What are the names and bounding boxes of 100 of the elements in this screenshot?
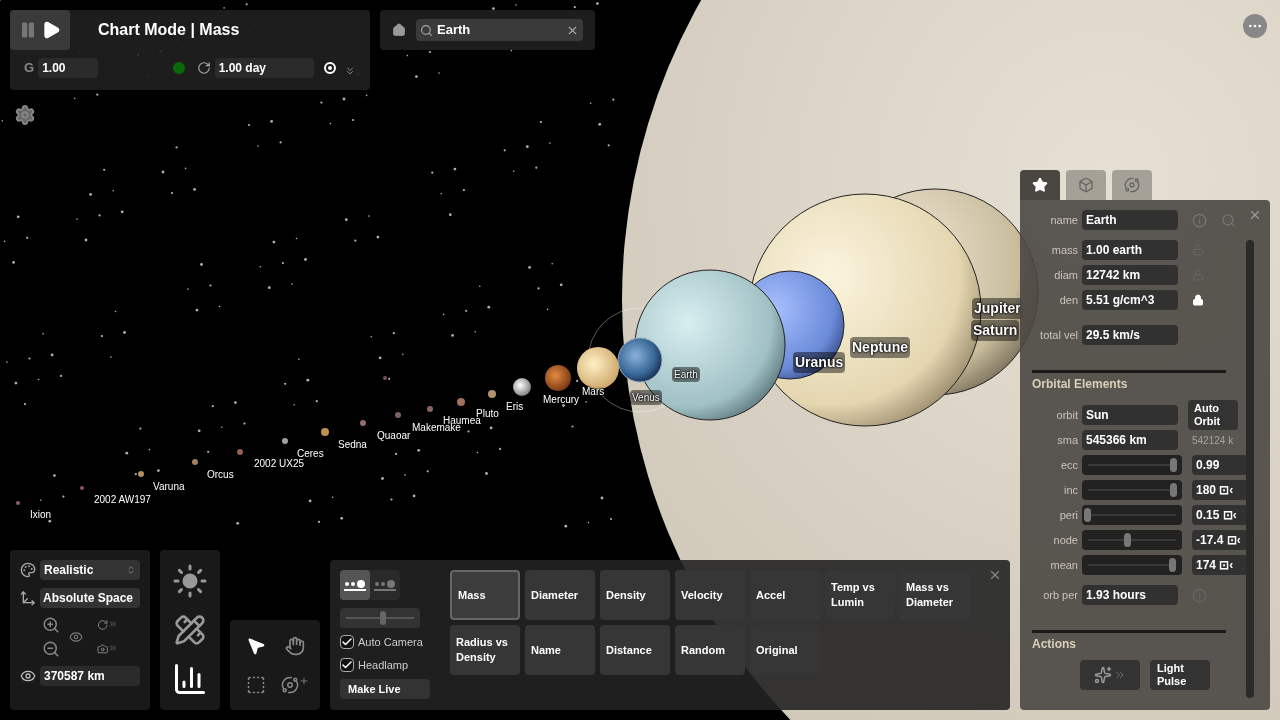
selection-icon[interactable] xyxy=(245,674,266,695)
field-label: sma xyxy=(1057,433,1078,447)
chart-mode-button[interactable]: Distance xyxy=(600,625,670,675)
slider-value-field[interactable]: 174 ⊡‹ xyxy=(1192,555,1248,575)
gravity-field[interactable]: 1.00 xyxy=(38,58,98,78)
slider-thumb[interactable] xyxy=(380,611,387,625)
make-live-button[interactable]: Make Live xyxy=(340,679,430,699)
field-label: ecc xyxy=(1060,458,1078,472)
field-label: orbit xyxy=(1056,408,1078,422)
drawing-tool-icon[interactable] xyxy=(174,614,206,646)
settings-icon[interactable] xyxy=(14,104,36,126)
pause-icon xyxy=(19,21,37,39)
body-label: Sedna xyxy=(338,438,367,452)
panel-tab[interactable] xyxy=(1020,170,1060,200)
body-label: Ixion xyxy=(30,508,52,522)
lock-icon[interactable] xyxy=(1192,294,1204,306)
orbit-slider[interactable] xyxy=(1082,455,1182,475)
auto-orbit-button[interactable]: Auto Orbit xyxy=(1188,400,1238,430)
period-field[interactable]: 1.93 hours xyxy=(1082,585,1178,605)
slider-value-field[interactable]: -17.4 ⊡‹ xyxy=(1192,530,1248,550)
field-label: orb per xyxy=(1043,588,1078,602)
velocity-field[interactable]: 29.5 km/s xyxy=(1082,325,1178,345)
body-label: Eris xyxy=(506,400,524,414)
chart-mode-button[interactable]: Random xyxy=(675,625,745,675)
close-icon[interactable] xyxy=(1248,208,1262,222)
property-field[interactable]: 12742 km xyxy=(1082,265,1178,285)
light-pulse-button[interactable]: Light Pulse xyxy=(1150,660,1210,690)
zoom-in-icon[interactable] xyxy=(42,616,60,634)
dots-icon xyxy=(374,579,396,591)
tab-icon xyxy=(1124,177,1140,193)
appearance-dropdown[interactable]: Realistic xyxy=(40,560,140,580)
chart-mode-button[interactable]: Diameter xyxy=(525,570,595,620)
checkbox-label: Auto Camera xyxy=(358,635,423,650)
field-label: name xyxy=(1050,213,1078,227)
hand-icon[interactable] xyxy=(284,635,305,656)
section-heading: Actions xyxy=(1032,637,1077,651)
field-label: peri xyxy=(1059,508,1078,522)
slider-thumb[interactable] xyxy=(1170,483,1178,497)
property-field[interactable]: 5.51 g/cm^3 xyxy=(1082,290,1178,310)
chart-mode-button[interactable]: Radius vs Density xyxy=(450,625,520,675)
orbit-slider[interactable] xyxy=(1082,555,1182,575)
dropdown-caret-icon[interactable] xyxy=(344,65,356,77)
body-label: Mercury xyxy=(543,393,580,407)
property-field[interactable]: 1.00 earth xyxy=(1082,240,1178,260)
dots-icon xyxy=(344,579,366,591)
frame-dropdown[interactable]: Absolute Space xyxy=(40,588,140,608)
slider-value-field[interactable]: 180 ⊡‹ xyxy=(1192,480,1248,500)
field-label: diam xyxy=(1054,268,1078,282)
orbit-slider[interactable] xyxy=(1082,530,1182,550)
checkbox-label: Headlamp xyxy=(358,657,409,673)
chart-mode-button[interactable]: Name xyxy=(525,625,595,675)
body-label: Quaoar xyxy=(377,429,411,443)
checkbox[interactable] xyxy=(340,657,354,672)
orbit-slider[interactable] xyxy=(1082,480,1182,500)
target-icon[interactable] xyxy=(324,62,337,74)
rotate-icon[interactable] xyxy=(96,617,109,633)
slider-thumb[interactable] xyxy=(1169,558,1177,572)
body-label: Pluto xyxy=(476,407,499,419)
add-planet-icon[interactable] xyxy=(280,675,309,694)
mode-title: Chart Mode | Mass xyxy=(98,20,240,40)
scrollbar-track[interactable] xyxy=(1246,240,1254,698)
field-label: inc xyxy=(1063,483,1078,497)
chart-mode-button[interactable]: Mass vs Diameter xyxy=(900,570,970,620)
chart-mode-button[interactable]: Mass xyxy=(450,570,520,620)
orbit-slider[interactable] xyxy=(1082,505,1182,525)
body-label: Orcus xyxy=(207,468,234,482)
close-icon[interactable] xyxy=(988,568,1002,582)
field-label: mass xyxy=(1051,243,1078,257)
body-label: Uranus xyxy=(793,352,846,373)
name-field[interactable]: Earth xyxy=(1082,210,1178,230)
slider-thumb[interactable] xyxy=(1124,533,1132,547)
zoom-out-icon[interactable] xyxy=(42,640,60,658)
sma-field[interactable]: 545366 km xyxy=(1082,430,1178,450)
chart-mode-button[interactable]: Velocity xyxy=(675,570,745,620)
time-step-field[interactable]: 1.00 day xyxy=(214,58,315,78)
play-pause-button[interactable] xyxy=(10,10,70,50)
chart-mode-button[interactable]: Temp vs Lumin xyxy=(825,570,895,620)
orbit-field[interactable]: Sun xyxy=(1082,405,1178,425)
body-label: 2002 AW197 xyxy=(94,493,151,507)
slider-value-field[interactable]: 0.15 ⊡‹ xyxy=(1192,505,1248,525)
checkbox[interactable] xyxy=(340,635,354,650)
sma-hint: 542124 k xyxy=(1192,433,1234,448)
field-label: mean xyxy=(1050,558,1078,572)
slider-thumb[interactable] xyxy=(1170,458,1178,472)
scale-slider[interactable] xyxy=(340,608,420,628)
body-label: Mars xyxy=(582,385,605,399)
chart-mode-button[interactable]: Accel xyxy=(750,570,820,620)
field-label: node xyxy=(1053,533,1078,547)
body-label: Saturn xyxy=(971,320,1020,341)
distance-field[interactable]: 370587 km xyxy=(40,666,140,686)
slider-thumb[interactable] xyxy=(1084,508,1091,522)
up-down-caret-icon xyxy=(126,565,136,575)
slider-value-field[interactable]: 0.99 xyxy=(1192,455,1248,475)
chart-mode-button[interactable]: Density xyxy=(600,570,670,620)
eye-icon[interactable] xyxy=(69,630,84,644)
home-icon[interactable] xyxy=(392,23,406,37)
view-mode-tab[interactable] xyxy=(340,570,370,600)
chart-mode-button[interactable]: Original xyxy=(750,625,820,675)
sun-icon[interactable] xyxy=(172,563,208,600)
search-field[interactable]: Earth xyxy=(416,19,583,41)
